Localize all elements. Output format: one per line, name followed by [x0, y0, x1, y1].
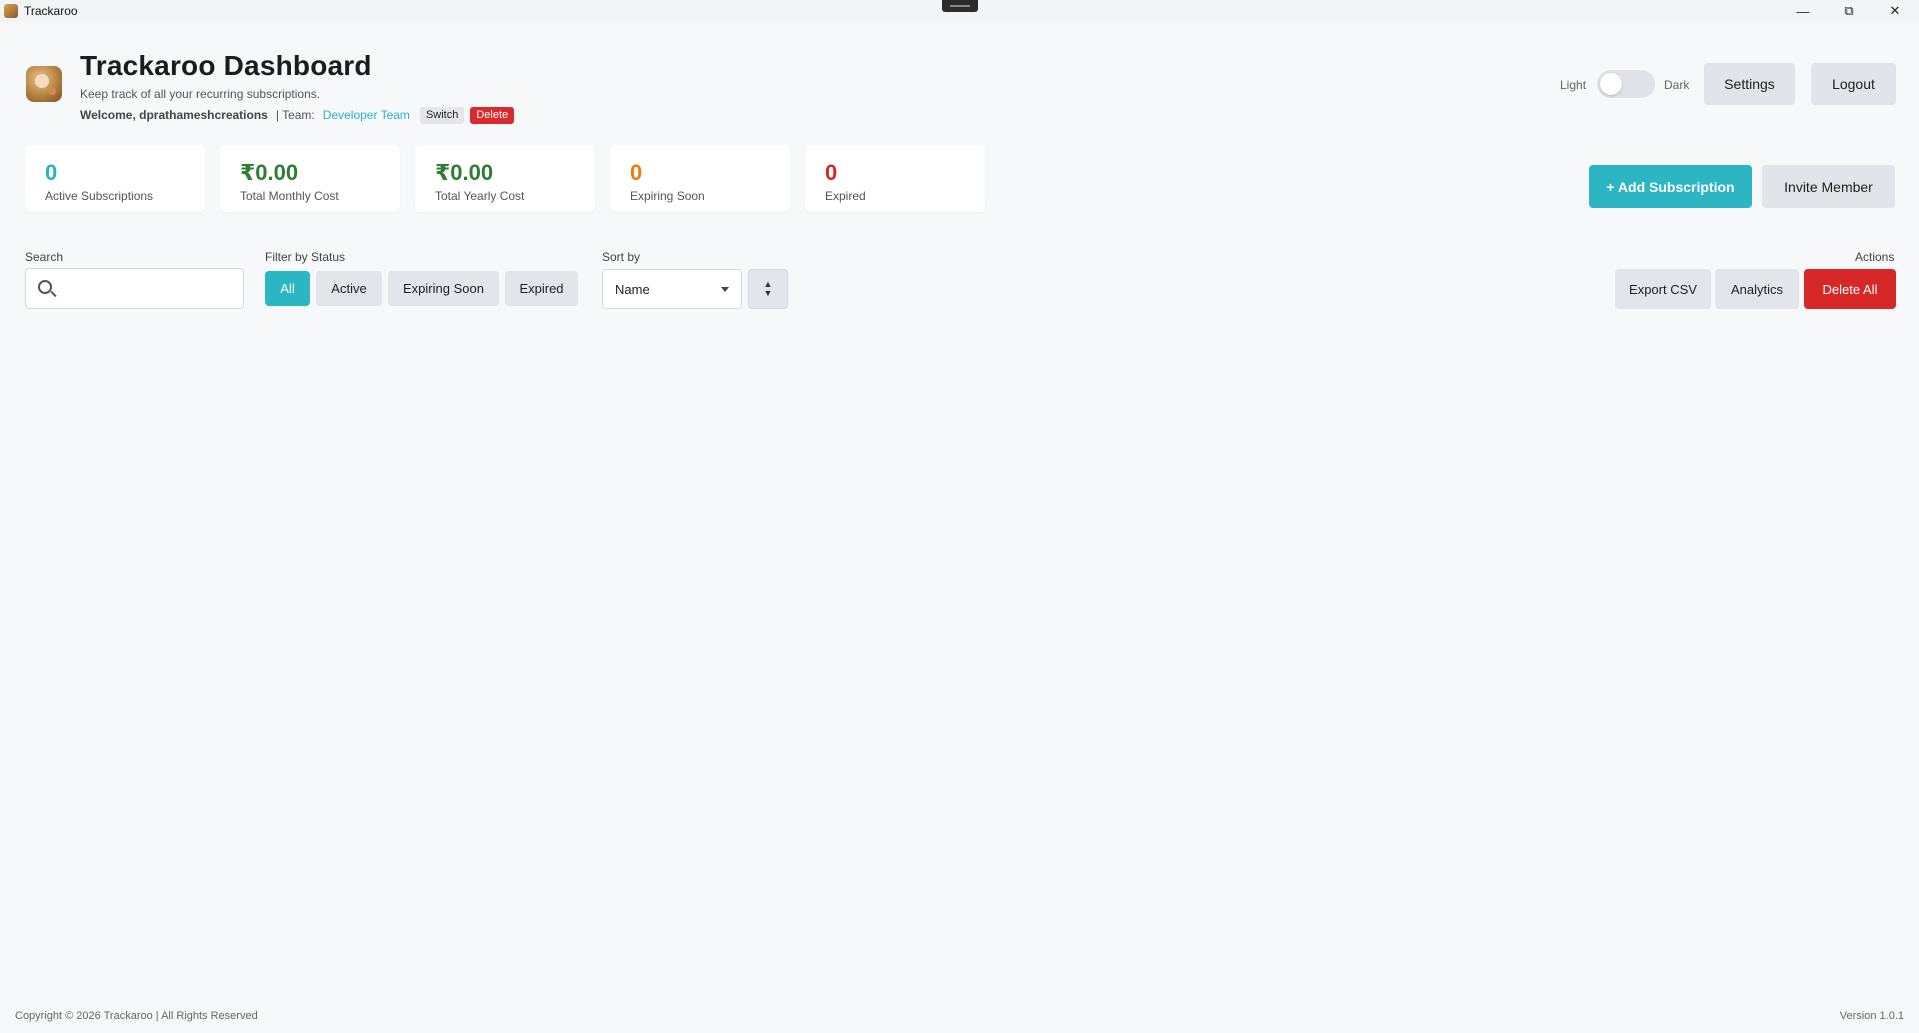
actions-label: Actions — [1855, 250, 1895, 264]
filter-expired-button[interactable]: Expired — [505, 271, 578, 306]
team-name-link[interactable]: Developer Team — [323, 108, 410, 122]
stat-card-monthly: ₹0.00 Total Monthly Cost — [220, 145, 400, 212]
stat-card-yearly: ₹0.00 Total Yearly Cost — [415, 145, 595, 212]
stat-label: Total Yearly Cost — [435, 189, 525, 203]
export-csv-button[interactable]: Export CSV — [1615, 269, 1711, 309]
stat-label: Active Subscriptions — [45, 189, 154, 203]
page-title: Trackaroo Dashboard — [80, 50, 372, 81]
stat-card-expired: 0 Expired — [805, 145, 985, 212]
footer-copyright: Copyright © 2026 Trackaroo | All Rights … — [15, 1010, 258, 1022]
stat-label: Expired — [825, 189, 866, 203]
sort-select[interactable]: Name — [602, 269, 742, 309]
drag-handle-icon[interactable] — [942, 0, 978, 12]
analytics-button[interactable]: Analytics — [1715, 269, 1799, 309]
filter-all-button[interactable]: All — [265, 271, 310, 306]
app-icon — [4, 4, 18, 18]
footer-version: Version 1.0.1 — [1839, 1010, 1904, 1022]
sort-direction-button[interactable]: ▲ ▼ — [748, 269, 788, 309]
logout-button[interactable]: Logout — [1811, 63, 1896, 105]
theme-toggle-knob — [1600, 73, 1622, 95]
invite-member-button[interactable]: Invite Member — [1762, 165, 1895, 208]
chevron-down-icon — [721, 287, 729, 292]
stat-card-active: 0 Active Subscriptions — [25, 145, 205, 212]
stat-label: Expiring Soon — [630, 189, 705, 203]
theme-light-label: Light — [1560, 78, 1587, 92]
stat-value: ₹0.00 — [435, 160, 494, 185]
delete-team-button[interactable]: Delete — [470, 106, 515, 124]
search-input[interactable] — [64, 269, 239, 308]
page-subtitle: Keep track of all your recurring subscri… — [80, 87, 321, 101]
search-box — [25, 268, 244, 309]
theme-dark-label: Dark — [1664, 78, 1690, 92]
welcome-text: Welcome, dprathameshcreations — [80, 108, 268, 122]
add-subscription-button[interactable]: + Add Subscription — [1589, 165, 1752, 208]
stat-value: 0 — [45, 160, 58, 185]
filter-expiring-soon-button[interactable]: Expiring Soon — [388, 271, 499, 306]
sort-label: Sort by — [602, 250, 641, 264]
team-label: | Team: — [275, 108, 315, 122]
theme-toggle[interactable] — [1597, 70, 1655, 98]
status-filter-label: Filter by Status — [265, 250, 346, 264]
stat-value: 0 — [825, 160, 838, 185]
app-logo — [26, 66, 62, 102]
stat-value: ₹0.00 — [240, 160, 299, 185]
minimize-icon[interactable]: — — [1780, 0, 1826, 22]
search-icon — [38, 280, 52, 294]
settings-button[interactable]: Settings — [1704, 63, 1795, 105]
stat-card-expiring: 0 Expiring Soon — [610, 145, 790, 212]
search-label: Search — [25, 250, 64, 264]
stat-label: Total Monthly Cost — [240, 189, 339, 203]
close-icon[interactable]: ✕ — [1872, 0, 1918, 22]
window-title: Trackaroo — [24, 4, 78, 18]
stat-value: 0 — [630, 160, 643, 185]
switch-team-button[interactable]: Switch — [419, 106, 465, 124]
welcome-row: Welcome, dprathameshcreations | Team: De… — [80, 106, 515, 124]
chevron-down-icon: ▼ — [763, 288, 773, 298]
filter-active-button[interactable]: Active — [316, 271, 382, 306]
delete-all-button[interactable]: Delete All — [1804, 269, 1896, 309]
sort-select-value: Name — [615, 281, 650, 297]
window-titlebar: Trackaroo — ⧉ ✕ — [0, 0, 1919, 22]
restore-icon[interactable]: ⧉ — [1826, 0, 1872, 22]
